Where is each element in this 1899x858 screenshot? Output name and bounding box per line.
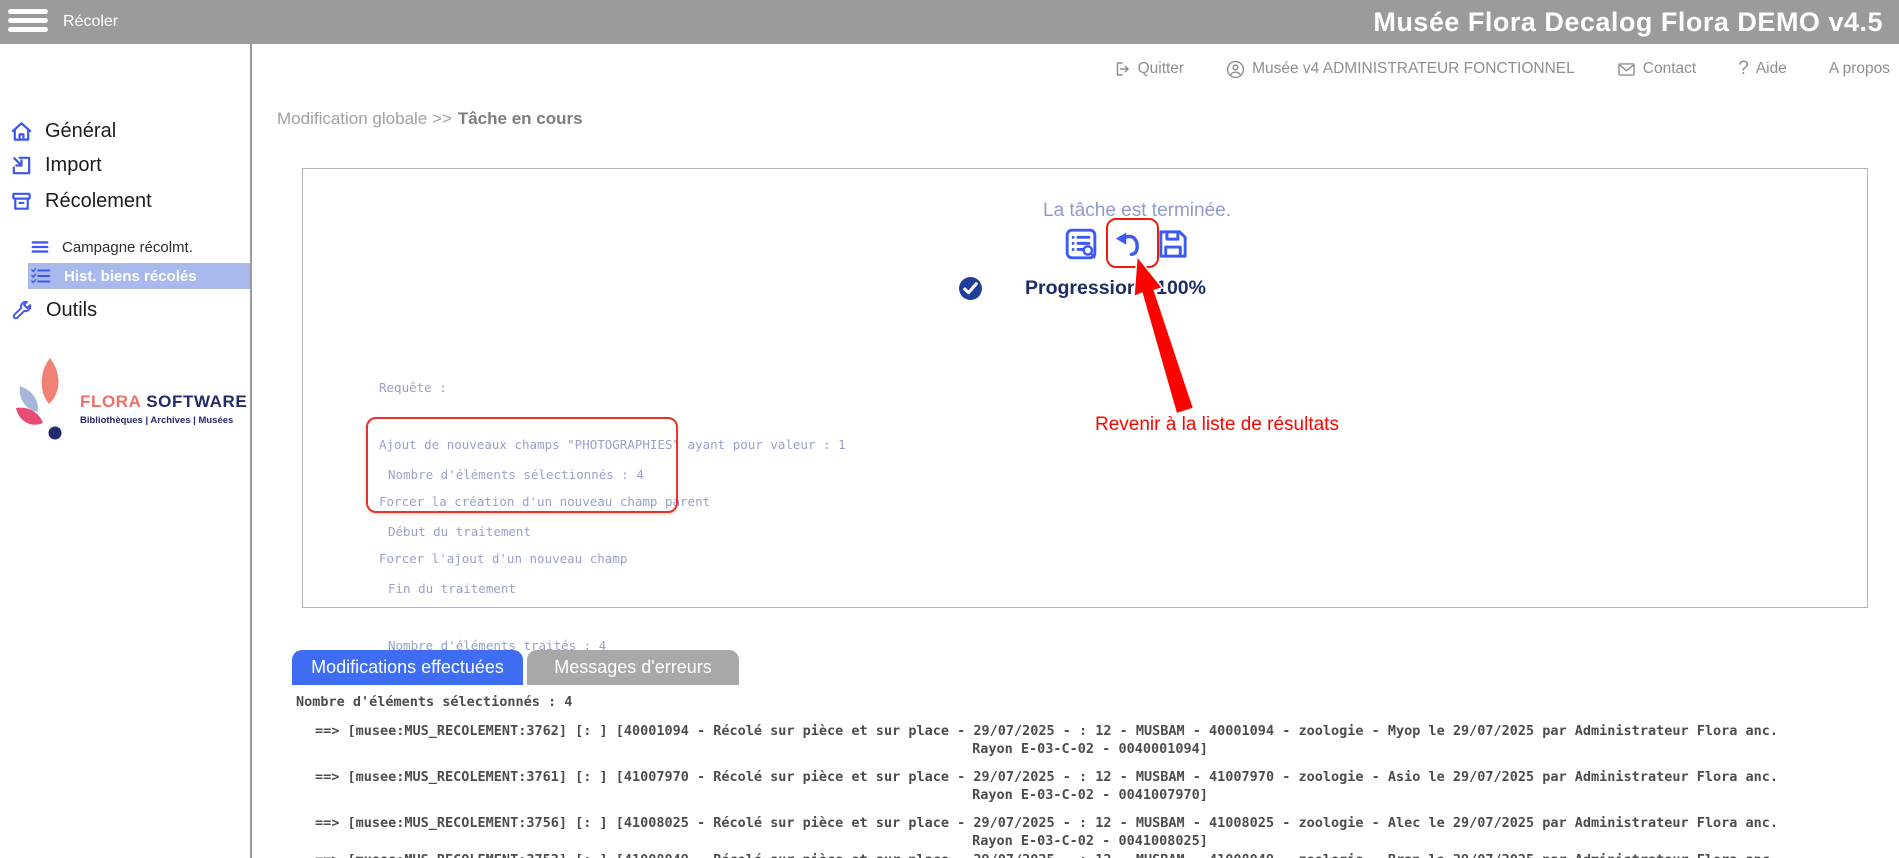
sidebar: Général Import Récolement Campagne récol… — [0, 44, 251, 858]
contact-label: Contact — [1643, 60, 1696, 78]
list-lines-icon — [30, 238, 50, 256]
progress-row: Progression : 100% — [958, 276, 1206, 301]
breadcrumb-current: Tâche en cours — [458, 109, 583, 128]
log-entry-line: ==> [musee:MUS_RECOLEMENT:3756] [: ] [41… — [315, 815, 1778, 831]
annotation-label: Revenir à la liste de résultats — [1095, 414, 1339, 436]
home-icon — [10, 120, 33, 143]
sidebar-item-label: Import — [45, 154, 102, 177]
log-entry-line: Rayon E-03-C-02 - 0041007970] — [312, 787, 1868, 803]
sidebar-item-recolement[interactable]: Récolement — [10, 190, 152, 213]
checklist-icon — [30, 266, 52, 286]
sidebar-item-campagne-recolement[interactable]: Campagne récolmt. — [30, 238, 193, 256]
log-summary: Nombre d'éléments sélectionnés : 4 — [296, 694, 572, 710]
sidebar-divider — [250, 44, 252, 858]
treatment-line: Nombre d'éléments sélectionnés : 4 — [388, 465, 644, 484]
import-icon — [10, 154, 33, 177]
hamburger-menu-icon[interactable] — [8, 9, 48, 36]
contact-link[interactable]: Contact — [1617, 60, 1696, 78]
user-icon — [1226, 60, 1245, 79]
log-entry-line: ==> [musee:MUS_RECOLEMENT:3753] [: ] [41… — [315, 852, 1778, 858]
question-mark-icon: ? — [1738, 58, 1749, 80]
tab-label: Messages d'erreurs — [554, 657, 712, 678]
logout-icon — [1113, 60, 1131, 78]
sidebar-item-general[interactable]: Général — [10, 120, 116, 143]
logo-tagline: Bibliothèques | Archives | Musées — [80, 415, 233, 426]
results-list-icon — [1064, 227, 1098, 261]
brand-primary: FLORA — [80, 392, 141, 411]
application-window: Récoler Musée Flora Decalog Flora DEMO v… — [0, 0, 1899, 858]
sidebar-item-hist-biens-recoles[interactable]: Hist. biens récolés — [28, 263, 250, 289]
log-entry-line: Rayon E-03-C-02 - 0040001094] — [312, 741, 1868, 757]
archive-box-icon — [10, 190, 33, 213]
user-menu[interactable]: Musée v4 ADMINISTRATEUR FONCTIONNEL — [1226, 60, 1575, 79]
module-label: Récoler — [63, 13, 118, 31]
help-link[interactable]: ? Aide — [1738, 58, 1787, 80]
log-entry-line: ==> [musee:MUS_RECOLEMENT:3761] [: ] [41… — [315, 769, 1778, 785]
brand-secondary: SOFTWARE — [141, 392, 247, 411]
user-label: Musée v4 ADMINISTRATEUR FONCTIONNEL — [1252, 60, 1575, 78]
tab-messages-erreurs[interactable]: Messages d'erreurs — [527, 650, 739, 685]
sidebar-item-import[interactable]: Import — [10, 154, 102, 177]
help-label: Aide — [1756, 60, 1787, 78]
about-label: A propos — [1829, 60, 1890, 78]
sidebar-item-label: Hist. biens récolés — [64, 268, 197, 285]
mail-icon — [1617, 61, 1636, 78]
tab-label: Modifications effectuées — [311, 657, 504, 678]
flora-software-wordmark: FLORA SOFTWARE — [80, 392, 247, 412]
log-entry-line: Rayon E-03-C-02 - 0041008025] — [312, 833, 1868, 849]
progress-label: Progression : 100% — [1025, 277, 1206, 300]
results-list-button[interactable] — [1063, 226, 1099, 262]
treatment-line: Début du traitement — [388, 522, 644, 541]
sidebar-item-label: Général — [45, 120, 116, 143]
top-bar: Récoler Musée Flora Decalog Flora DEMO v… — [0, 0, 1899, 44]
check-circle-icon — [958, 276, 983, 301]
sidebar-item-label: Outils — [46, 299, 97, 322]
treatment-line: Fin du traitement — [388, 579, 644, 598]
quit-link[interactable]: Quitter — [1113, 60, 1185, 78]
tab-modifications-effectuees[interactable]: Modifications effectuées — [292, 650, 523, 685]
quit-label: Quitter — [1138, 60, 1185, 78]
about-link[interactable]: A propos — [1829, 60, 1890, 78]
breadcrumb: Modification globale >> Tâche en cours — [277, 109, 583, 129]
sidebar-item-label: Récolement — [45, 190, 152, 213]
save-floppy-icon — [1156, 227, 1190, 261]
sidebar-item-label: Campagne récolmt. — [62, 239, 193, 256]
log-entry-line: ==> [musee:MUS_RECOLEMENT:3762] [: ] [40… — [315, 723, 1778, 739]
annotation-highlight-frame — [1106, 218, 1159, 268]
query-line: Requête : — [379, 378, 846, 397]
breadcrumb-path: Modification globale >> — [277, 109, 452, 128]
header-links: Quitter Musée v4 ADMINISTRATEUR FONCTION… — [900, 56, 1890, 82]
flora-software-logo-icon — [6, 352, 78, 444]
sidebar-item-outils[interactable]: Outils — [10, 298, 97, 322]
save-button[interactable] — [1155, 226, 1191, 262]
wrench-icon — [10, 298, 34, 322]
app-title: Musée Flora Decalog Flora DEMO v4.5 — [1373, 7, 1883, 38]
